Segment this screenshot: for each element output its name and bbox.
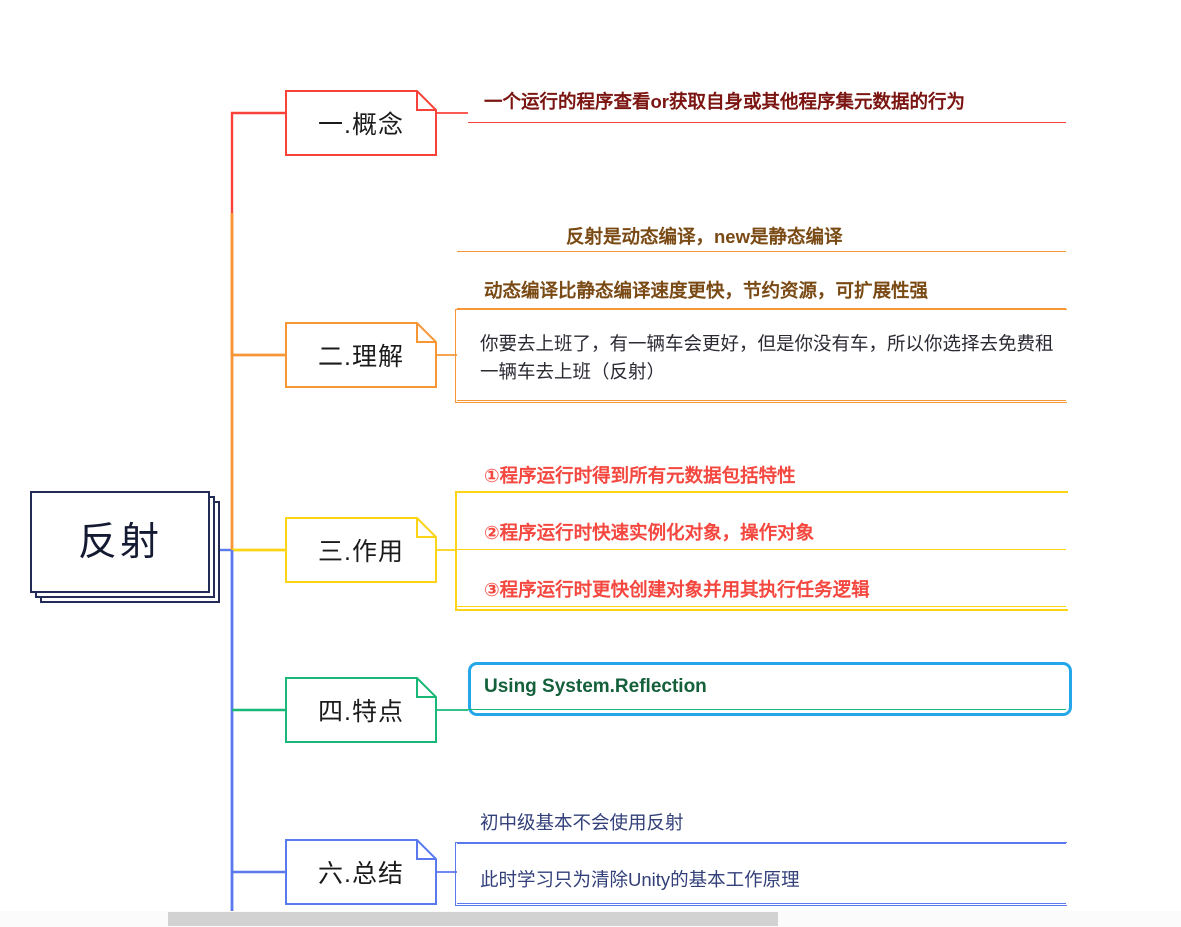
content-rule-lijie-2	[457, 308, 1066, 309]
content-rule-zuoyong-2	[457, 549, 1066, 550]
content-rule-lijie-1	[457, 251, 1066, 252]
content-item-lijie-3[interactable]: 你要去上班了，有一辆车会更好，但是你没有车，所以你选择去免费租一辆车去上班（反射…	[480, 330, 1058, 386]
content-rule-zongjie-2	[457, 903, 1066, 904]
horizontal-scrollbar-track[interactable]	[0, 911, 1181, 927]
root-node-label: 反射	[77, 520, 162, 564]
content-rule-tedian	[468, 709, 1066, 710]
content-item-zuoyong-2[interactable]: ②程序运行时快速实例化对象，操作对象	[484, 519, 814, 545]
content-item-zongjie-1[interactable]: 初中级基本不会使用反射	[480, 809, 684, 835]
root-node[interactable]: 反射	[30, 491, 220, 609]
content-rule-zuoyong-3	[457, 606, 1066, 607]
branch-node-tedian[interactable]: 四.特点	[285, 677, 437, 743]
content-item-lijie-2[interactable]: 动态编译比静态编译速度更快，节约资源，可扩展性强	[484, 277, 928, 303]
branch-node-gainian[interactable]: 一.概念	[285, 90, 437, 156]
branch-node-label-zongjie: 六.总结	[318, 860, 404, 888]
branch-node-zuoyong[interactable]: 三.作用	[285, 517, 437, 583]
content-rule-lijie-3	[457, 400, 1066, 401]
mindmap-canvas[interactable]: 反射 一.概念 二.理解 三.作用 四.特点 六.总结 一个运行的程序查看or获…	[0, 0, 1181, 927]
horizontal-scrollbar-thumb[interactable]	[168, 912, 778, 926]
content-item-tedian-1[interactable]: Using System.Reflection	[484, 676, 707, 698]
content-item-zuoyong-3[interactable]: ③程序运行时更快创建对象并用其执行任务逻辑	[484, 576, 870, 602]
branch-node-lijie[interactable]: 二.理解	[285, 322, 437, 388]
content-item-zuoyong-1[interactable]: ①程序运行时得到所有元数据包括特性	[484, 462, 796, 488]
root-node-card[interactable]: 反射	[30, 491, 210, 593]
branch-node-zongjie[interactable]: 六.总结	[285, 839, 437, 905]
content-item-lijie-1[interactable]: 反射是动态编译，new是静态编译	[566, 223, 842, 249]
content-item-gainian-1[interactable]: 一个运行的程序查看or获取自身或其他程序集元数据的行为	[484, 88, 965, 114]
content-item-zongjie-2[interactable]: 此时学习只为清除Unity的基本工作原理	[480, 866, 800, 892]
branch-node-label-gainian: 一.概念	[318, 111, 404, 139]
branch-node-label-lijie: 二.理解	[318, 343, 404, 371]
branch-node-label-tedian: 四.特点	[318, 698, 404, 726]
content-rule-gainian	[468, 122, 1066, 123]
branch-node-label-zuoyong: 三.作用	[318, 538, 404, 566]
